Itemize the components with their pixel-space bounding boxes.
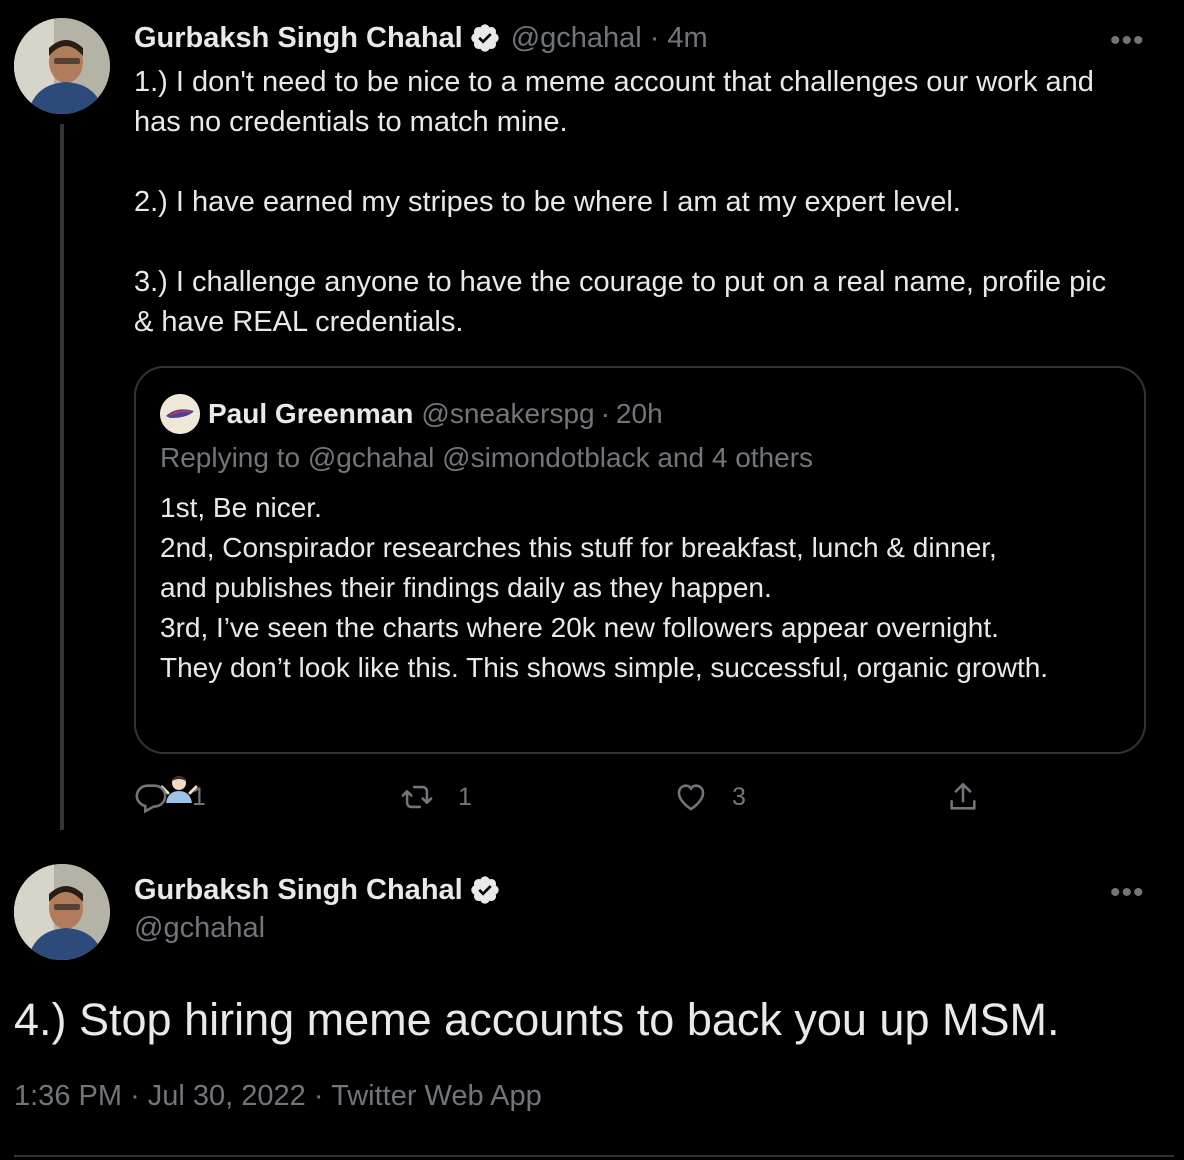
replying-to-handles[interactable]: @gchahal @simondotblack xyxy=(308,442,650,473)
meta-separator: · xyxy=(313,1080,324,1112)
quoted-author-handle[interactable]: @sneakerspg xyxy=(421,398,594,430)
quoted-timestamp[interactable]: 20h xyxy=(616,398,663,430)
tweet-header: Gurbaksh Singh Chahal xyxy=(134,870,501,910)
share-icon xyxy=(950,782,976,810)
tweet-text: 4.) Stop hiring meme accounts to back yo… xyxy=(14,994,1060,1045)
reply-count: 1 xyxy=(192,782,206,811)
like-count: 3 xyxy=(732,782,746,811)
more-options-button[interactable]: ••• xyxy=(1110,878,1145,908)
author-handle[interactable]: @gchahal xyxy=(134,912,265,945)
tweet-text: 1.) I don't need to be nice to a meme ac… xyxy=(134,66,1107,338)
retweet-button[interactable]: 1 xyxy=(400,780,472,814)
author-handle[interactable]: @gchahal xyxy=(511,22,642,55)
quoted-header: Paul Greenman @sneakerspg · 20h xyxy=(208,394,663,434)
divider xyxy=(14,1155,1174,1157)
heart-icon xyxy=(677,784,705,811)
quoted-separator-dot: · xyxy=(600,398,610,429)
reply-icon xyxy=(135,784,167,814)
avatar[interactable] xyxy=(14,18,110,114)
replying-to-prefix: Replying to xyxy=(160,442,301,473)
tweet-time[interactable]: 1:36 PM xyxy=(14,1080,122,1112)
more-options-button[interactable]: ••• xyxy=(1110,26,1145,56)
quoted-author-name[interactable]: Paul Greenman xyxy=(208,398,413,430)
quoted-tweet[interactable]: Paul Greenman @sneakerspg · 20h Replying… xyxy=(134,366,1146,803)
avatar[interactable] xyxy=(14,864,110,960)
retweet-count: 1 xyxy=(458,782,472,811)
thread-connector-line xyxy=(60,124,64,830)
retweet-icon xyxy=(401,785,433,809)
replying-to-others[interactable]: and 4 others xyxy=(657,442,813,473)
author-name[interactable]: Gurbaksh Singh Chahal xyxy=(134,22,463,55)
share-button[interactable] xyxy=(946,780,1004,814)
author-name[interactable]: Gurbaksh Singh Chahal xyxy=(134,874,463,907)
reply-button[interactable]: 1 xyxy=(134,780,206,814)
verified-badge-icon xyxy=(469,874,501,906)
tweet-meta: 1:36 PM · Jul 30, 2022 · Twitter Web App xyxy=(14,1080,542,1113)
verified-badge-icon xyxy=(469,22,501,54)
tweet-actions: 1 1 3 xyxy=(134,780,1014,820)
like-button[interactable]: 3 xyxy=(674,780,746,814)
quoted-avatar xyxy=(160,394,200,434)
tweet-header: Gurbaksh Singh Chahal @gchahal · 4m xyxy=(134,18,708,58)
meta-separator: · xyxy=(130,1080,140,1112)
tweet-source[interactable]: Twitter Web App xyxy=(331,1080,542,1112)
replying-to-line: Replying to @gchahal @simondotblack and … xyxy=(160,442,813,474)
tweet-timestamp[interactable]: 4m xyxy=(667,22,707,55)
separator-dot: · xyxy=(649,21,660,54)
quoted-text-body: 1st, Be nicer. 2nd, Conspirador research… xyxy=(160,492,1049,683)
person-shrugging-emoji-icon xyxy=(160,691,198,803)
tweet-date[interactable]: Jul 30, 2022 xyxy=(148,1080,306,1112)
quoted-text: 1st, Be nicer. 2nd, Conspirador research… xyxy=(160,488,1130,803)
